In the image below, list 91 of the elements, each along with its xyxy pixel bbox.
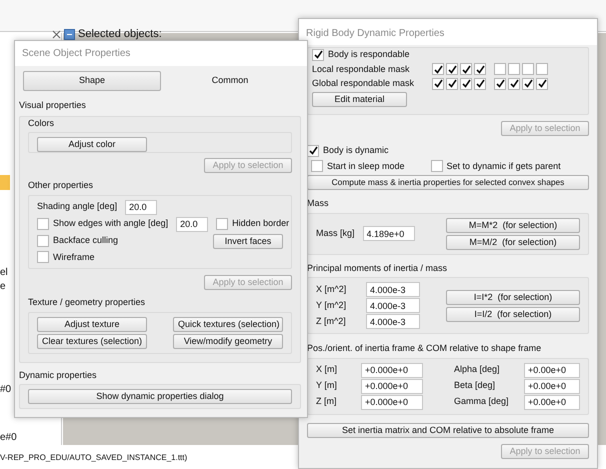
mass-button[interactable]: M=M/2 (for selection) bbox=[446, 234, 580, 250]
checkbox[interactable] bbox=[37, 218, 49, 230]
position-field[interactable]: +0.000e+0 bbox=[361, 394, 423, 410]
checkbox[interactable] bbox=[216, 218, 228, 230]
shading-angle-field[interactable]: 20.0 bbox=[125, 200, 158, 214]
checkbox[interactable] bbox=[460, 63, 472, 76]
texture-button[interactable]: View/modify geometry bbox=[173, 334, 283, 348]
selection-highlight bbox=[0, 175, 10, 190]
checkbox-label: Wireframe bbox=[53, 250, 95, 264]
dialog-title: Rigid Body Dynamic Properties bbox=[299, 19, 597, 45]
checkbox-label: Body is respondable bbox=[328, 48, 410, 61]
field-label: Z [m^2] bbox=[316, 314, 347, 328]
mass-field[interactable]: 4.189e+0 bbox=[362, 226, 415, 241]
field-label: Shading angle [deg] bbox=[37, 200, 118, 214]
checkbox-label: Hidden border bbox=[232, 217, 290, 230]
mass-button[interactable]: M=M*2 (for selection) bbox=[446, 218, 580, 232]
texture-button[interactable]: Clear textures (selection) bbox=[37, 334, 147, 348]
hierarchy-item[interactable]: #0 bbox=[0, 382, 12, 397]
edge-angle-field[interactable]: 20.0 bbox=[176, 216, 208, 232]
checkbox-label: Body is dynamic bbox=[323, 144, 389, 157]
checkbox[interactable] bbox=[494, 78, 506, 90]
checkbox-label: Backface culling bbox=[53, 234, 118, 248]
show-dynamic-properties-button[interactable]: Show dynamic properties dialog bbox=[28, 389, 292, 404]
checkbox[interactable] bbox=[536, 63, 548, 76]
orientation-field[interactable]: +0.00e+0 bbox=[524, 394, 580, 410]
checkbox[interactable] bbox=[37, 235, 49, 247]
hierarchy-item[interactable]: el bbox=[0, 265, 8, 280]
field-label: Z [m] bbox=[316, 395, 338, 408]
dialog-title: Scene Object Properties bbox=[15, 41, 307, 66]
mask-label: Global respondable mask bbox=[312, 77, 416, 90]
orientation-field[interactable]: +0.00e+0 bbox=[524, 378, 580, 394]
inertia-field[interactable]: 4.000e-3 bbox=[366, 298, 420, 313]
checkbox-label: Set to dynamic if gets parent bbox=[446, 160, 561, 173]
field-label: Y [m] bbox=[316, 379, 338, 392]
inertia-field[interactable]: 4.000e-3 bbox=[366, 314, 420, 329]
checkbox-label: Show edges with angle [deg] bbox=[53, 217, 168, 230]
section-label: Pos./orient. of inertia frame & COM relative to shape frame bbox=[307, 342, 542, 355]
checkbox[interactable] bbox=[446, 63, 458, 76]
checkbox[interactable] bbox=[446, 78, 458, 90]
inertia-button[interactable]: I=I*2 (for selection) bbox=[446, 290, 580, 304]
hierarchy-item[interactable]: e#0 bbox=[0, 430, 17, 445]
section-label: Dynamic properties bbox=[19, 368, 98, 382]
texture-button[interactable]: Adjust texture bbox=[37, 316, 147, 332]
section-label: Other properties bbox=[28, 179, 94, 192]
compute-button[interactable]: Compute mass & inertia properties for selected convex shapes bbox=[307, 175, 589, 190]
section-label: Principal moments of inertia / mass bbox=[307, 262, 448, 275]
toolbar-label: Selected objects: bbox=[78, 27, 162, 42]
tab[interactable]: Common bbox=[161, 71, 299, 91]
checkbox-label: Start in sleep mode bbox=[327, 160, 405, 173]
checkbox[interactable] bbox=[508, 63, 520, 76]
checkbox[interactable] bbox=[460, 78, 472, 90]
field-label: X [m^2] bbox=[316, 282, 348, 296]
checkbox[interactable] bbox=[37, 251, 49, 264]
checkbox[interactable] bbox=[536, 78, 548, 90]
texture-button[interactable]: Quick textures (selection) bbox=[173, 316, 283, 332]
checkbox[interactable] bbox=[522, 78, 534, 90]
field-label: Beta [deg] bbox=[454, 379, 496, 392]
invert-faces-button[interactable]: Invert faces bbox=[213, 234, 283, 248]
position-field[interactable]: +0.000e+0 bbox=[361, 378, 423, 394]
set-inertia-button[interactable]: Set inertia matrix and COM relative to absolute frame bbox=[307, 422, 589, 438]
checkbox[interactable] bbox=[432, 63, 444, 76]
checkbox[interactable] bbox=[474, 63, 486, 76]
tab[interactable]: Shape bbox=[23, 71, 161, 91]
section-label: Texture / geometry properties bbox=[28, 296, 146, 309]
inertia-field[interactable]: 4.000e-3 bbox=[366, 282, 420, 297]
adjust-color-button[interactable]: Adjust color bbox=[37, 137, 147, 152]
edit-material-button[interactable]: Edit material bbox=[312, 92, 407, 106]
checkbox[interactable] bbox=[474, 78, 486, 90]
field-label: Gamma [deg] bbox=[454, 395, 510, 408]
close-icon[interactable] bbox=[52, 30, 61, 39]
hierarchy-item[interactable]: e bbox=[0, 279, 6, 294]
position-field[interactable]: +0.000e+0 bbox=[361, 362, 423, 378]
orientation-field[interactable]: +0.00e+0 bbox=[524, 362, 580, 378]
section-label: Visual properties bbox=[19, 99, 87, 112]
field-label: X [m] bbox=[316, 363, 338, 376]
status-message: V-REP_PRO_EDU/AUTO_SAVED_INSTANCE_1.ttt) bbox=[0, 452, 188, 464]
checkbox[interactable] bbox=[522, 63, 534, 76]
field-label: Mass [kg] bbox=[316, 226, 355, 240]
checkbox[interactable] bbox=[494, 63, 506, 76]
checkbox[interactable] bbox=[432, 78, 444, 90]
checkbox[interactable] bbox=[430, 160, 443, 172]
checkbox[interactable] bbox=[307, 144, 319, 157]
checkbox[interactable] bbox=[312, 48, 324, 61]
field-label: Y [m^2] bbox=[316, 298, 348, 312]
checkbox[interactable] bbox=[311, 160, 323, 172]
collapse-icon[interactable] bbox=[64, 28, 75, 40]
section-label: Colors bbox=[28, 116, 56, 130]
field-label: Alpha [deg] bbox=[454, 363, 501, 376]
checkbox[interactable] bbox=[508, 78, 520, 90]
mask-label: Local respondable mask bbox=[312, 62, 411, 76]
inertia-button[interactable]: I=I/2 (for selection) bbox=[446, 306, 580, 322]
